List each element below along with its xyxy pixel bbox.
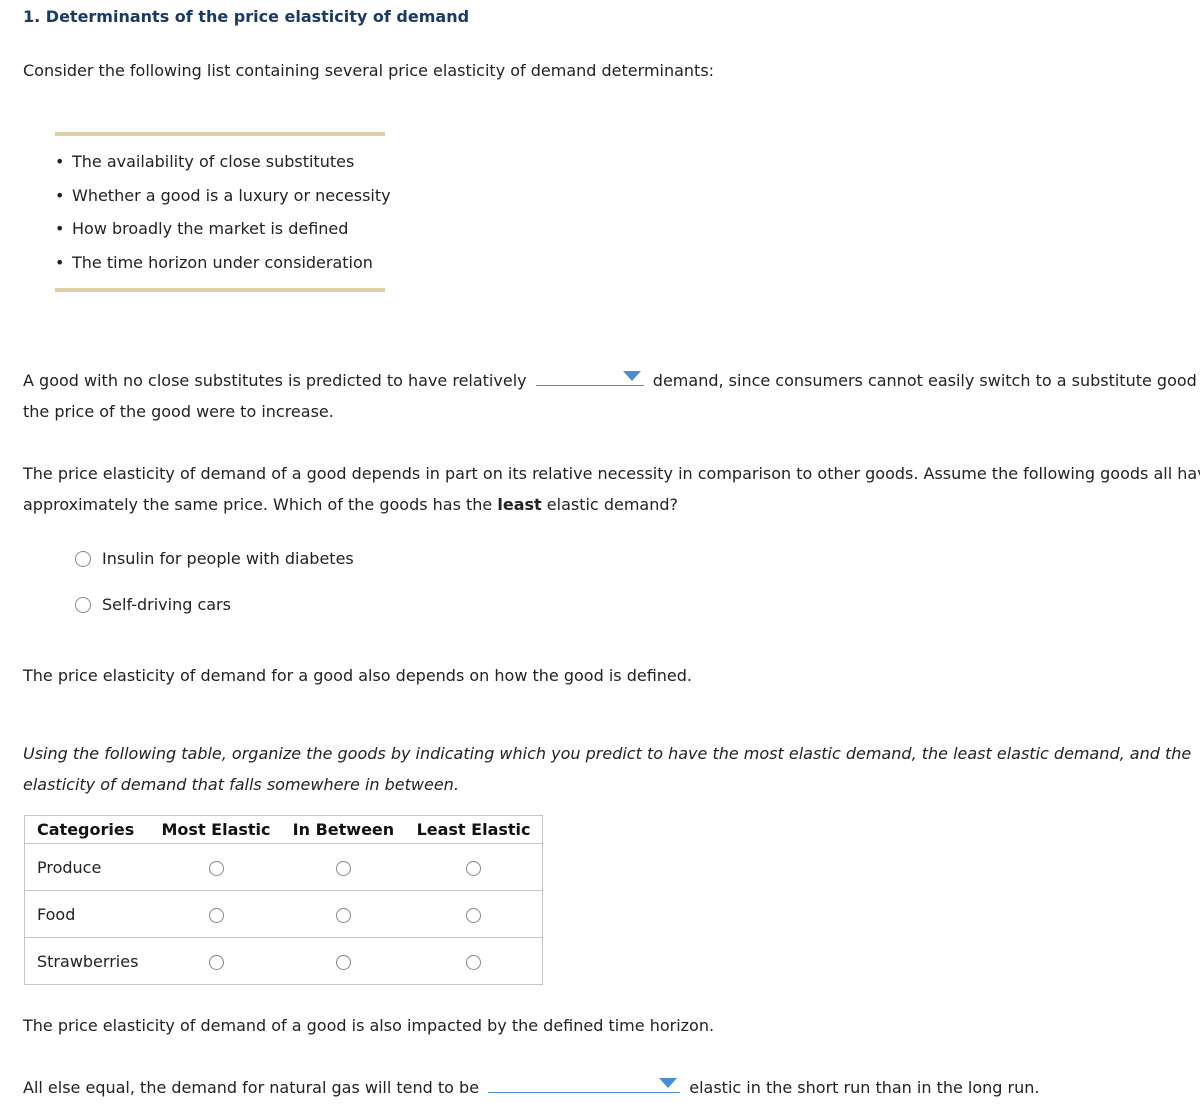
bullet-icon: • bbox=[55, 253, 65, 273]
bullet-icon: • bbox=[55, 219, 65, 239]
row-label: Produce bbox=[24, 843, 151, 891]
option-self-driving-cars[interactable]: Self-driving cars bbox=[75, 595, 231, 614]
table-row: Food bbox=[24, 890, 543, 938]
table-row: Produce bbox=[24, 843, 543, 891]
intro-text: Consider the following list containing s… bbox=[23, 61, 715, 80]
radio-button[interactable] bbox=[75, 550, 91, 567]
header-most-elastic: Most Elastic bbox=[150, 815, 282, 844]
radio-food-most-elastic[interactable] bbox=[208, 907, 224, 923]
question-title: 1. Determinants of the price elasticity … bbox=[23, 7, 470, 26]
q4-statement: The price elasticity of demand of a good… bbox=[23, 1016, 715, 1035]
list-item: • How broadly the market is defined bbox=[55, 217, 391, 251]
header-in-between: In Between bbox=[281, 815, 406, 844]
list-bottom-rule bbox=[55, 288, 385, 292]
q4-line: All else equal, the demand for natural g… bbox=[23, 1072, 1039, 1103]
list-item: • The availability of close substitutes bbox=[55, 150, 391, 184]
radio-strawberries-most-elastic[interactable] bbox=[208, 954, 224, 970]
q3-statement: The price elasticity of demand for a goo… bbox=[23, 666, 692, 685]
radio-button[interactable] bbox=[75, 596, 91, 613]
row-label: Strawberries bbox=[24, 937, 151, 985]
radio-produce-most-elastic[interactable] bbox=[208, 860, 224, 876]
time-horizon-dropdown[interactable] bbox=[488, 1072, 681, 1093]
radio-produce-least-elastic[interactable] bbox=[466, 860, 482, 876]
q3-instruction-line1: Using the following table, organize the … bbox=[23, 744, 1192, 763]
table-row: Strawberries bbox=[24, 937, 543, 985]
q1-line1: A good with no close substitutes is pred… bbox=[23, 365, 1200, 396]
substitutes-dropdown[interactable] bbox=[535, 365, 644, 386]
radio-produce-in-between[interactable] bbox=[335, 860, 351, 876]
header-categories: Categories bbox=[24, 815, 151, 844]
q1-line2: the price of the good were to increase. bbox=[23, 402, 334, 421]
elasticity-table: Categories Most Elastic In Between Least… bbox=[24, 815, 543, 985]
q3-instruction-line2: elasticity of demand that falls somewher… bbox=[23, 775, 459, 794]
radio-food-least-elastic[interactable] bbox=[466, 907, 482, 923]
dropdown-arrow-icon bbox=[659, 1078, 678, 1088]
radio-strawberries-in-between[interactable] bbox=[335, 954, 351, 970]
q2-line2: approximately the same price. Which of t… bbox=[23, 495, 678, 514]
list-top-rule bbox=[55, 132, 385, 136]
option-insulin[interactable]: Insulin for people with diabetes bbox=[75, 549, 354, 568]
list-item: • The time horizon under consideration bbox=[55, 251, 391, 285]
table-header-row: Categories Most Elastic In Between Least… bbox=[24, 815, 543, 844]
dropdown-arrow-icon bbox=[622, 371, 641, 381]
bullet-icon: • bbox=[55, 152, 65, 171]
radio-food-in-between[interactable] bbox=[335, 907, 351, 923]
header-least-elastic: Least Elastic bbox=[405, 815, 543, 844]
radio-strawberries-least-elastic[interactable] bbox=[466, 954, 482, 970]
bullet-icon: • bbox=[55, 185, 65, 205]
list-item: • Whether a good is a luxury or necessity bbox=[55, 184, 391, 218]
row-label: Food bbox=[24, 890, 151, 938]
q2-line1: The price elasticity of demand of a good… bbox=[23, 464, 1200, 483]
determinants-list: • The availability of close substitutes •… bbox=[55, 150, 391, 285]
